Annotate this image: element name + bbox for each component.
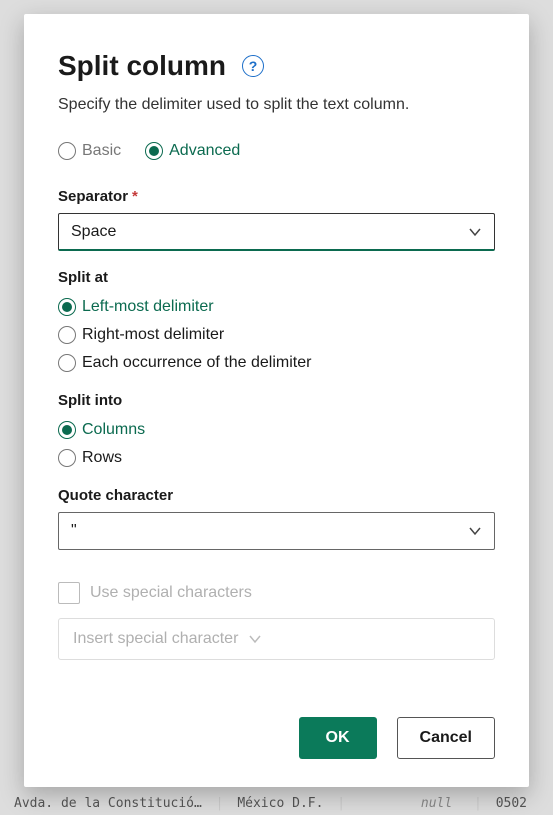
radio-label: Basic bbox=[82, 142, 121, 160]
radio-circle-icon bbox=[58, 298, 76, 316]
help-icon[interactable]: ? bbox=[242, 55, 264, 77]
radio-right-most[interactable]: Right-most delimiter bbox=[58, 326, 495, 344]
cancel-button[interactable]: Cancel bbox=[397, 717, 495, 759]
quote-char-value: " bbox=[71, 522, 77, 540]
use-special-chars-label: Use special characters bbox=[90, 584, 252, 602]
ok-button[interactable]: OK bbox=[299, 717, 377, 759]
radio-label: Columns bbox=[82, 421, 145, 439]
split-at-label: Split at bbox=[58, 269, 495, 286]
required-mark: * bbox=[132, 188, 138, 205]
radio-label: Rows bbox=[82, 449, 122, 467]
special-chars-row: Use special characters bbox=[58, 582, 495, 604]
split-into-label: Split into bbox=[58, 392, 495, 409]
radio-left-most[interactable]: Left-most delimiter bbox=[58, 298, 495, 316]
radio-circle-icon bbox=[58, 421, 76, 439]
radio-advanced[interactable]: Advanced bbox=[145, 142, 240, 160]
bg-cell: México D.F. bbox=[237, 796, 323, 811]
radio-each-occurrence[interactable]: Each occurrence of the delimiter bbox=[58, 354, 495, 372]
radio-label: Each occurrence of the delimiter bbox=[82, 354, 311, 372]
radio-label: Right-most delimiter bbox=[82, 326, 224, 344]
separator-label: Separator* bbox=[58, 188, 495, 205]
bg-cell: 0502 bbox=[496, 796, 527, 811]
dialog-subtitle: Specify the delimiter used to split the … bbox=[58, 96, 495, 114]
bg-cell: Avda. de la Constitució… bbox=[14, 796, 202, 811]
radio-circle-icon bbox=[58, 354, 76, 372]
mode-radio-group: Basic Advanced bbox=[58, 142, 495, 160]
radio-label: Left-most delimiter bbox=[82, 298, 214, 316]
radio-circle-icon bbox=[58, 142, 76, 160]
radio-rows[interactable]: Rows bbox=[58, 449, 495, 467]
bg-cell-null: null bbox=[421, 796, 452, 811]
radio-columns[interactable]: Columns bbox=[58, 421, 495, 439]
chevron-down-icon bbox=[248, 632, 262, 646]
insert-special-char-button[interactable]: Insert special character bbox=[58, 618, 495, 660]
radio-basic[interactable]: Basic bbox=[58, 142, 121, 160]
split-at-group: Left-most delimiter Right-most delimiter… bbox=[58, 298, 495, 372]
background-data-row: Avda. de la Constitució… | México D.F. |… bbox=[14, 796, 527, 811]
dialog-title: Split column bbox=[58, 50, 226, 82]
split-into-group: Columns Rows bbox=[58, 421, 495, 467]
separator-select[interactable]: Space bbox=[58, 213, 495, 251]
dialog-header: Split column ? bbox=[58, 50, 495, 82]
radio-circle-icon bbox=[58, 449, 76, 467]
radio-circle-icon bbox=[145, 142, 163, 160]
separator-value: Space bbox=[71, 223, 116, 241]
dialog-button-row: OK Cancel bbox=[58, 717, 495, 759]
quote-char-label: Quote character bbox=[58, 487, 495, 504]
chevron-down-icon bbox=[468, 225, 482, 239]
chevron-down-icon bbox=[468, 524, 482, 538]
radio-label: Advanced bbox=[169, 142, 240, 160]
split-column-dialog: Split column ? Specify the delimiter use… bbox=[24, 14, 529, 787]
quote-char-select[interactable]: " bbox=[58, 512, 495, 550]
use-special-chars-checkbox[interactable] bbox=[58, 582, 80, 604]
radio-circle-icon bbox=[58, 326, 76, 344]
insert-special-char-label: Insert special character bbox=[73, 630, 238, 648]
